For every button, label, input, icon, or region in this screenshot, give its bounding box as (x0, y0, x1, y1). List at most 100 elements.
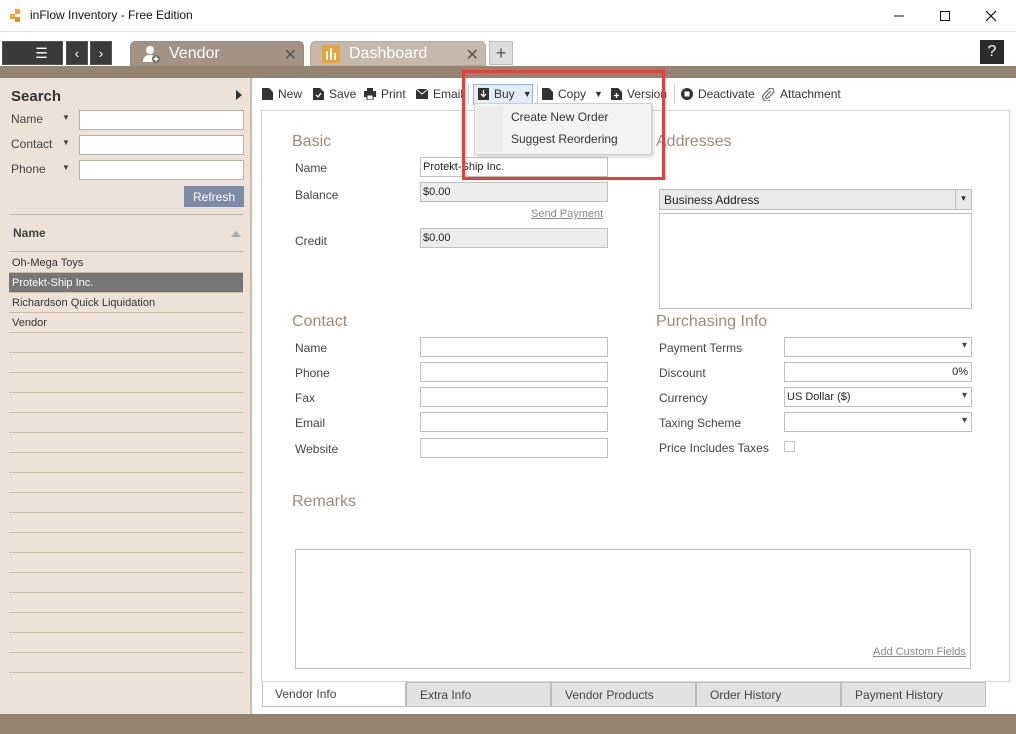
contact-email-input[interactable] (420, 412, 608, 432)
email-icon (416, 89, 428, 99)
collapse-arrow-icon[interactable] (236, 90, 242, 100)
tab-vendor-info[interactable]: Vendor Info (262, 682, 406, 707)
save-button[interactable]: Save (313, 87, 356, 101)
tab-dashboard-label: Dashboard (349, 45, 428, 62)
balance-field: $0.00 (420, 182, 608, 202)
taxing-scheme-select[interactable] (784, 412, 972, 432)
red-highlight-box (462, 70, 665, 180)
search-sidebar: Search Name ▼ Contact ▼ Phone ▼ Refresh … (0, 78, 252, 714)
contact-name-input[interactable] (420, 337, 608, 357)
close-icon (985, 10, 997, 22)
tab-dashboard-close-icon[interactable]: ✕ (466, 45, 479, 65)
currency-label: Currency (659, 391, 708, 405)
list-item (9, 453, 243, 473)
search-contact-dropdown-icon[interactable]: ▼ (62, 138, 70, 147)
plus-icon: + (495, 42, 507, 63)
purchasing-section-title: Purchasing Info (656, 313, 768, 330)
add-custom-fields-link[interactable]: Add Custom Fields (873, 646, 966, 658)
tab-vendor-close-icon[interactable]: ✕ (284, 45, 297, 65)
minimize-button[interactable] (876, 0, 922, 32)
address-type-select[interactable]: Business Address ▾ (659, 189, 972, 210)
bottom-tab-bar: Vendor Info Extra Info Vendor Products O… (254, 682, 1016, 714)
new-button[interactable]: New (262, 87, 302, 101)
footer-band (0, 714, 1016, 734)
contact-email-label: Email (295, 416, 326, 430)
contact-fax-label: Fax (295, 391, 316, 405)
list-item (9, 393, 243, 413)
list-item[interactable]: Oh-Mega Toys (9, 253, 243, 273)
list-item (9, 353, 243, 373)
search-phone-label: Phone (11, 162, 46, 176)
currency-select[interactable]: US Dollar ($) (784, 387, 972, 407)
deactivate-icon (681, 88, 693, 100)
app-window: inFlow Inventory - Free Edition ☰ ‹ › Ve… (0, 0, 1016, 734)
contact-fax-input[interactable] (420, 387, 608, 407)
taxing-scheme-label: Taxing Scheme (659, 416, 742, 430)
contact-website-input[interactable] (420, 438, 608, 458)
contact-section-title: Contact (292, 313, 348, 330)
contact-phone-input[interactable] (420, 362, 608, 382)
vendor-info-panel: Basic Name Protekt-Ship Inc. Balance $0.… (261, 110, 1010, 682)
list-item[interactable]: Vendor (9, 313, 243, 333)
forward-button[interactable]: › (90, 41, 112, 65)
credit-label: Credit (295, 234, 328, 248)
tab-vendor[interactable]: Vendor ✕ (130, 41, 304, 66)
contact-website-label: Website (295, 442, 339, 456)
list-header-name[interactable]: Name (13, 226, 46, 240)
tab-payment-history[interactable]: Payment History (841, 682, 986, 707)
dropdown-arrow-icon[interactable]: ▾ (955, 190, 971, 209)
list-item (9, 333, 243, 353)
print-button[interactable]: Print (364, 87, 406, 101)
sort-asc-icon[interactable] (231, 231, 241, 237)
search-phone-input[interactable] (79, 160, 244, 180)
list-item[interactable]: Richardson Quick Liquidation (9, 293, 243, 313)
price-includes-taxes-checkbox[interactable] (784, 441, 795, 452)
discount-label: Discount (659, 366, 706, 380)
price-includes-taxes-label: Price Includes Taxes (659, 441, 769, 455)
balance-label: Balance (295, 188, 339, 202)
contact-phone-label: Phone (295, 366, 330, 380)
minimize-icon (894, 15, 904, 17)
list-item (9, 553, 243, 573)
tab-vendor-label: Vendor (169, 45, 220, 62)
search-name-dropdown-icon[interactable]: ▼ (62, 113, 70, 122)
email-button[interactable]: Email (416, 87, 463, 101)
search-phone-dropdown-icon[interactable]: ▼ (62, 163, 70, 172)
divider (9, 251, 243, 252)
new-tab-button[interactable]: + (489, 41, 513, 65)
close-button[interactable] (968, 0, 1014, 32)
maximize-button[interactable] (922, 0, 968, 32)
deactivate-button[interactable]: Deactivate (681, 87, 755, 101)
maximize-icon (940, 11, 950, 21)
list-item (9, 653, 243, 673)
search-contact-input[interactable] (79, 135, 244, 155)
remarks-textarea[interactable] (295, 549, 971, 669)
chevron-left-icon: ‹ (74, 45, 80, 61)
print-icon (364, 88, 376, 100)
attachment-button[interactable]: Attachment (762, 87, 841, 101)
tab-order-history[interactable]: Order History (696, 682, 841, 707)
list-item (9, 373, 243, 393)
new-label: New (278, 87, 303, 101)
remarks-section-title: Remarks (292, 493, 357, 510)
discount-input[interactable]: 0% (784, 362, 972, 382)
back-button[interactable]: ‹ (66, 41, 88, 65)
search-name-input[interactable] (79, 110, 244, 130)
refresh-button[interactable]: Refresh (184, 186, 244, 207)
tab-extra-info[interactable]: Extra Info (406, 682, 551, 707)
list-item (9, 613, 243, 633)
payment-terms-select[interactable] (784, 337, 972, 357)
list-item (9, 593, 243, 613)
paperclip-icon (762, 87, 775, 101)
send-payment-link[interactable]: Send Payment (531, 208, 603, 220)
title-bar: inFlow Inventory - Free Edition (0, 0, 1016, 32)
search-contact-label: Contact (11, 137, 53, 151)
save-label: Save (329, 87, 357, 101)
list-item-selected[interactable]: Protekt-Ship Inc. (9, 273, 243, 293)
tab-dashboard[interactable]: Dashboard ✕ (310, 41, 486, 66)
help-button[interactable]: ? (980, 40, 1004, 64)
tab-vendor-products[interactable]: Vendor Products (551, 682, 696, 707)
basic-section-title: Basic (292, 133, 332, 150)
main-menu-button[interactable]: ☰ (2, 41, 63, 65)
address-textarea[interactable] (659, 213, 972, 309)
